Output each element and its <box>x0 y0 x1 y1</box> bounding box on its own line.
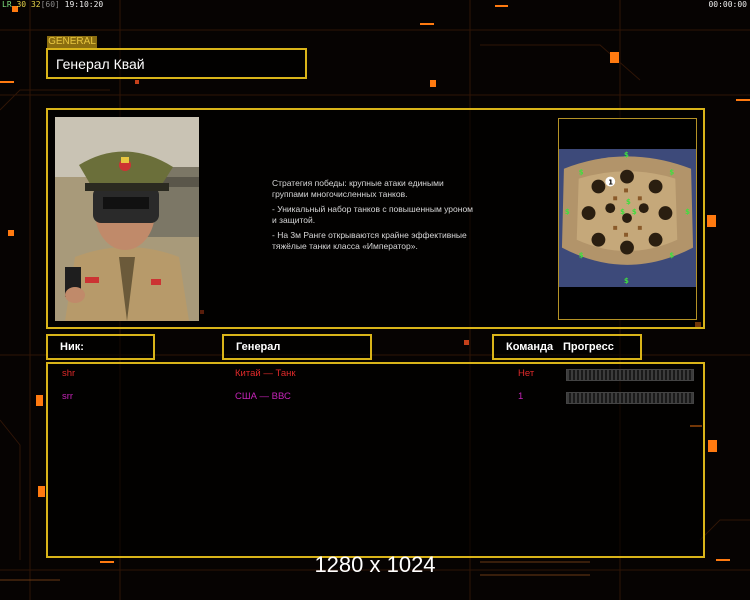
nick-header-label: Ник: <box>60 341 84 353</box>
svg-text:$: $ <box>632 208 637 216</box>
svg-text:$: $ <box>579 169 584 177</box>
team-header-label: Команда <box>506 341 554 353</box>
hud-value-c: [60] <box>40 0 60 9</box>
hud-time: 19:10:20 <box>64 0 104 9</box>
hud-status: LR 30 32[60] 19:10:20 <box>2 0 103 9</box>
player-general: США — ВВС <box>235 391 291 402</box>
svg-text:$: $ <box>620 208 625 216</box>
player-progress-bar <box>566 392 694 404</box>
description-strategy: Стратегия победы: крупные атаки едиными … <box>272 178 444 199</box>
general-tag: GENERAL <box>47 36 97 48</box>
svg-text:$: $ <box>626 198 631 206</box>
player-team: 1 <box>518 391 524 402</box>
svg-text:$: $ <box>669 169 674 177</box>
general-header-label: Генерал <box>236 341 281 353</box>
player-general: Китай — Танк <box>235 368 296 379</box>
player-nick: shr <box>62 368 76 379</box>
hud-value-a: 30 <box>16 0 27 9</box>
svg-text:$: $ <box>624 277 629 285</box>
general-description: Стратегия победы: крупные атаки едиными … <box>272 178 532 256</box>
hud-timer: 00:00:00 <box>708 0 747 9</box>
player-row: shr Китай — Танк Нет <box>48 368 703 382</box>
player-team: Нет <box>518 368 535 379</box>
svg-text:$: $ <box>579 251 584 259</box>
description-rank: - На 3м Ранге открываются крайне эффекти… <box>272 230 467 251</box>
general-portrait <box>55 117 199 321</box>
hud-value-b: 32 <box>30 0 41 9</box>
player-nick: srr <box>62 391 74 402</box>
resolution-label: 1280 x 1024 <box>314 552 436 577</box>
player-row: srr США — ВВС 1 <box>48 391 703 405</box>
nick-column-header: Ник: <box>46 334 155 360</box>
svg-text:$: $ <box>685 208 690 216</box>
general-column-header: Генерал <box>222 334 372 360</box>
svg-text:$: $ <box>565 208 570 216</box>
description-tanks: - Уникальный набор танков с повышенным у… <box>272 204 474 225</box>
player-progress-bar <box>566 369 694 381</box>
player-list: shr Китай — Танк Нет srr США — ВВС 1 <box>46 362 705 558</box>
map-preview: $$ $ $ $ $ $$ $ $$ 1 <box>558 118 697 320</box>
svg-text:$: $ <box>624 151 629 159</box>
page-title: Генерал Квай <box>56 56 145 72</box>
svg-text:$: $ <box>669 251 674 259</box>
progress-header-label: Прогресс <box>563 341 614 353</box>
general-title-box: Генерал Квай <box>46 48 307 79</box>
svg-text:1: 1 <box>608 179 613 187</box>
hud-prefix: LR <box>2 0 12 9</box>
team-progress-column-header: Команда Прогресс <box>492 334 642 360</box>
